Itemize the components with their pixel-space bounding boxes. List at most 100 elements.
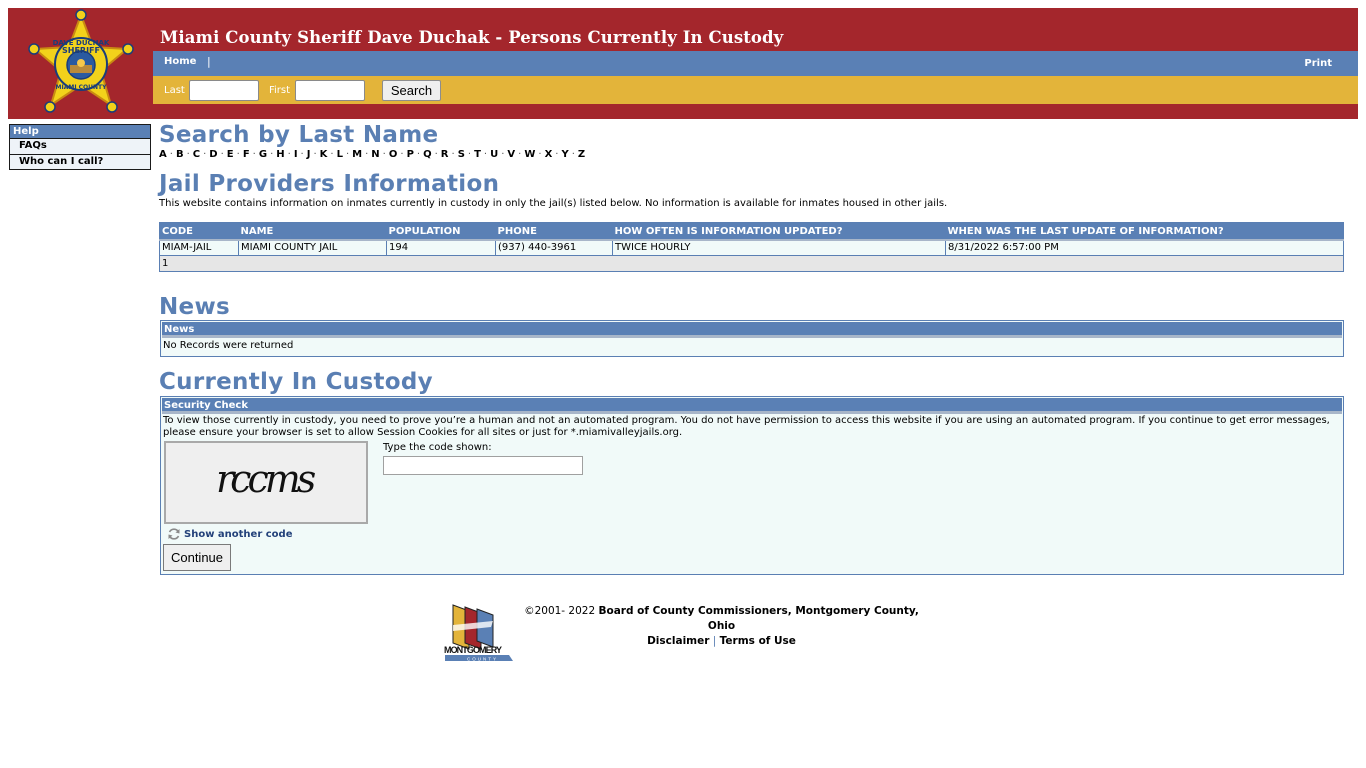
letter-link-z[interactable]: Z — [578, 149, 585, 160]
cell-phone: (937) 440-3961 — [495, 239, 613, 256]
refresh-icon — [168, 528, 180, 540]
letter-separator: · — [501, 149, 505, 160]
letter-link-q[interactable]: Q — [423, 149, 432, 160]
letter-link-f[interactable]: F — [243, 149, 250, 160]
letter-link-x[interactable]: X — [545, 149, 553, 160]
badge-mid-text: SHERIFF — [62, 46, 100, 55]
custody-heading: Currently In Custody — [159, 369, 433, 395]
security-check-header: Security Check — [162, 398, 1342, 414]
captcha-code-input[interactable] — [383, 456, 583, 475]
letter-separator: · — [434, 149, 438, 160]
nav-print-link[interactable]: Print — [1304, 58, 1332, 69]
letter-separator: · — [300, 149, 304, 160]
pager-page-1[interactable]: 1 — [159, 255, 1344, 272]
name-search-bar: Last First Search — [153, 76, 1358, 104]
first-name-input[interactable] — [295, 80, 365, 101]
last-name-label: Last — [164, 85, 185, 96]
last-name-input[interactable] — [189, 80, 259, 101]
copyright-prefix: ©2001- 2022 — [524, 605, 596, 617]
news-message: No Records were returned — [163, 340, 294, 351]
letter-separator: · — [345, 149, 350, 160]
jail-providers-table: CODE NAME POPULATION PHONE HOW OFTEN IS … — [159, 222, 1344, 272]
show-another-code-link[interactable]: Show another code — [167, 527, 292, 541]
letter-link-s[interactable]: S — [458, 149, 465, 160]
sidebar-heading: Help — [10, 125, 150, 139]
disclaimer-link[interactable]: Disclaimer — [647, 635, 709, 647]
letter-separator: · — [236, 149, 240, 160]
captcha-code: rccms — [216, 457, 316, 501]
alphabet-index: A · B · C · D · E · F · G · H · I · J · K · L · M · N · O · P · Q · R · S · T ·… — [159, 149, 585, 160]
letter-separator: · — [518, 149, 522, 160]
first-name-label: First — [269, 85, 291, 96]
badge-bottom-text: MIAMI COUNTY — [56, 84, 108, 91]
nav-home-link[interactable]: Home — [164, 56, 196, 67]
column-header-code[interactable]: CODE — [159, 222, 239, 241]
column-header-phone[interactable]: PHONE — [495, 222, 613, 241]
letter-link-b[interactable]: B — [176, 149, 184, 160]
terms-of-use-link[interactable]: Terms of Use — [720, 635, 796, 647]
show-another-code-label: Show another code — [184, 528, 293, 540]
letter-link-w[interactable]: W — [524, 149, 535, 160]
letter-link-l[interactable]: L — [337, 149, 343, 160]
sidebar-item-who-can-i-call[interactable]: Who can I call? — [10, 154, 150, 169]
letter-link-i[interactable]: I — [294, 149, 298, 160]
letter-link-t[interactable]: T — [474, 149, 481, 160]
search-button[interactable]: Search — [382, 80, 441, 101]
letter-link-v[interactable]: V — [507, 149, 515, 160]
footer-copyright-line: ©2001- 2022 Board of County Commissioner… — [519, 604, 924, 634]
letter-link-n[interactable]: N — [371, 149, 379, 160]
cell-population: 194 — [386, 239, 496, 256]
letter-separator: · — [555, 149, 559, 160]
letter-link-j[interactable]: J — [307, 149, 311, 160]
letter-link-o[interactable]: O — [389, 149, 398, 160]
letter-link-e[interactable]: E — [227, 149, 234, 160]
letter-link-p[interactable]: P — [407, 149, 414, 160]
cell-last-update: 8/31/2022 6:57:00 PM — [945, 239, 1344, 256]
letter-separator: · — [252, 149, 256, 160]
security-check-panel: Security Check To view those currently i… — [160, 396, 1344, 575]
column-header-name[interactable]: NAME — [238, 222, 387, 241]
letter-separator: · — [270, 149, 274, 160]
letter-link-a[interactable]: A — [159, 149, 167, 160]
letter-link-c[interactable]: C — [193, 149, 200, 160]
continue-button[interactable]: Continue — [163, 544, 231, 571]
footer-links: Disclaimer | Terms of Use — [519, 634, 924, 649]
letter-separator: · — [287, 149, 291, 160]
site-title: Miami County Sheriff Dave Duchak - Perso… — [160, 28, 784, 47]
letter-link-h[interactable]: H — [276, 149, 284, 160]
table-row: MIAM-JAIL MIAMI COUNTY JAIL 194 (937) 44… — [159, 239, 1344, 256]
letter-separator: · — [169, 149, 173, 160]
nav-bar: Home | Print — [153, 51, 1358, 76]
letter-link-g[interactable]: G — [259, 149, 267, 160]
footer-separator: | — [712, 635, 717, 647]
letter-link-r[interactable]: R — [441, 149, 449, 160]
letter-link-u[interactable]: U — [490, 149, 498, 160]
news-panel: News No Records were returned — [160, 320, 1344, 357]
letter-link-k[interactable]: K — [320, 149, 328, 160]
letter-link-y[interactable]: Y — [561, 149, 568, 160]
letter-link-m[interactable]: M — [352, 149, 362, 160]
column-header-last-update[interactable]: WHEN WAS THE LAST UPDATE OF INFORMATION? — [945, 222, 1344, 241]
site-header: DAVE DUCHAK SHERIFF MIAMI COUNTY Miami C… — [8, 8, 1358, 119]
security-check-instructions: To view those currently in custody, you … — [163, 415, 1330, 438]
logo-text: MONTGOMERY — [444, 645, 502, 655]
table-header-row: CODE NAME POPULATION PHONE HOW OFTEN IS … — [159, 222, 1344, 241]
code-label: Type the code shown: — [383, 442, 492, 453]
letter-separator: · — [451, 149, 455, 160]
column-header-population[interactable]: POPULATION — [386, 222, 496, 241]
letter-link-d[interactable]: D — [209, 149, 217, 160]
footer: ©2001- 2022 Board of County Commissioner… — [519, 604, 924, 649]
montgomery-county-logo: MONTGOMERY COUNTY — [444, 604, 513, 662]
letter-separator: · — [330, 149, 334, 160]
jail-providers-heading: Jail Providers Information — [159, 171, 500, 197]
captcha-image: rccms — [164, 441, 368, 524]
column-header-update-frequency[interactable]: HOW OFTEN IS INFORMATION UPDATED? — [612, 222, 946, 241]
letter-separator: · — [538, 149, 542, 160]
news-heading: News — [159, 294, 230, 320]
letter-separator: · — [382, 149, 386, 160]
search-by-last-name-heading: Search by Last Name — [159, 122, 439, 148]
letter-separator: · — [313, 149, 317, 160]
logo-subtext: COUNTY — [467, 657, 498, 662]
sidebar-item-faqs[interactable]: FAQs — [10, 139, 150, 154]
cell-name: MIAMI COUNTY JAIL — [238, 239, 387, 256]
